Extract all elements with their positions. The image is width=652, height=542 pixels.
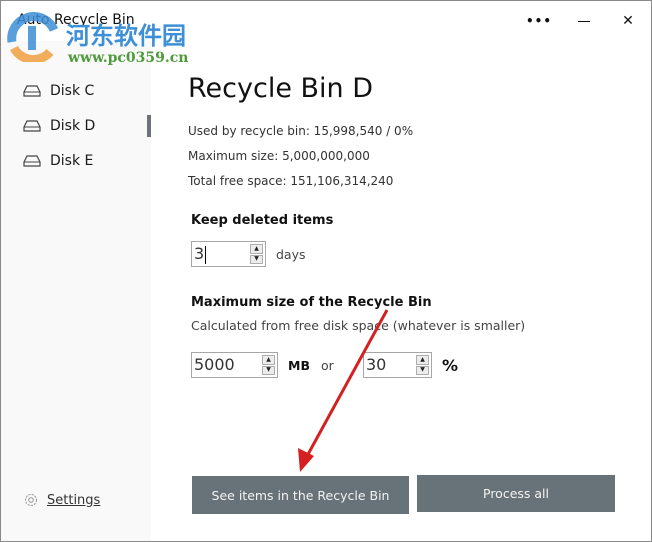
sidebar-item-label: Disk C	[50, 83, 95, 99]
close-icon: ✕	[622, 13, 634, 29]
sidebar-item-disk-d[interactable]: Disk D	[23, 114, 95, 138]
active-item-indicator	[147, 115, 151, 137]
process-all-button[interactable]: Process all	[417, 475, 615, 512]
minimize-button[interactable]	[567, 7, 601, 35]
settings-label: Settings	[47, 492, 101, 508]
title-bar: Auto Recycle Bin ••• ✕	[1, 1, 651, 41]
percent-unit-label: %	[442, 356, 459, 375]
or-label: or	[321, 358, 334, 373]
max-size-mb-stepper[interactable]: 5000 ▲ ▼	[191, 352, 278, 378]
sidebar-item-disk-e[interactable]: Disk E	[23, 149, 93, 173]
disk-drive-icon	[23, 120, 41, 132]
page-title: Recycle Bin D	[188, 73, 374, 104]
keep-deleted-items-title: Keep deleted items	[191, 213, 334, 228]
more-icon: •••	[525, 14, 552, 28]
keep-days-stepper[interactable]: 3 ▲ ▼	[191, 241, 266, 267]
decrement-button[interactable]: ▼	[250, 254, 263, 264]
max-size-mb-value[interactable]: 5000	[194, 355, 235, 374]
more-options-button[interactable]: •••	[522, 7, 556, 35]
mb-unit-label: MB	[288, 358, 310, 373]
maximum-size: Maximum size: 5,000,000,000	[188, 149, 370, 163]
sidebar-item-label: Disk D	[50, 118, 96, 134]
decrement-button[interactable]: ▼	[262, 365, 275, 375]
maximum-size-title: Maximum size of the Recycle Bin	[191, 295, 432, 310]
settings-link[interactable]: Settings	[23, 492, 100, 508]
text-cursor	[205, 245, 207, 264]
gear-icon	[25, 494, 37, 506]
disk-drive-icon	[23, 155, 41, 167]
app-window: Auto Recycle Bin ••• ✕ Disk C Disk D Dis…	[0, 0, 652, 542]
minimize-icon	[578, 20, 590, 22]
used-by-recycle-bin: Used by recycle bin: 15,998,540 / 0%	[188, 124, 414, 138]
disk-drive-icon	[23, 85, 41, 97]
sidebar-item-disk-c[interactable]: Disk C	[23, 79, 94, 103]
total-free-space: Total free space: 151,106,314,240	[188, 174, 394, 188]
days-unit-label: days	[276, 247, 306, 262]
sidebar-item-label: Disk E	[50, 153, 94, 169]
maximum-size-subtitle: Calculated from free disk space (whateve…	[191, 318, 526, 333]
increment-button[interactable]: ▲	[416, 355, 429, 365]
increment-button[interactable]: ▲	[250, 244, 263, 254]
window-title: Auto Recycle Bin	[17, 12, 135, 28]
increment-button[interactable]: ▲	[262, 355, 275, 365]
max-size-percent-stepper[interactable]: 30 ▲ ▼	[363, 352, 432, 378]
close-button[interactable]: ✕	[611, 7, 645, 35]
max-size-percent-value[interactable]: 30	[366, 355, 386, 374]
see-items-button[interactable]: See items in the Recycle Bin	[192, 476, 409, 514]
decrement-button[interactable]: ▼	[416, 365, 429, 375]
keep-days-value[interactable]: 3	[194, 244, 204, 263]
